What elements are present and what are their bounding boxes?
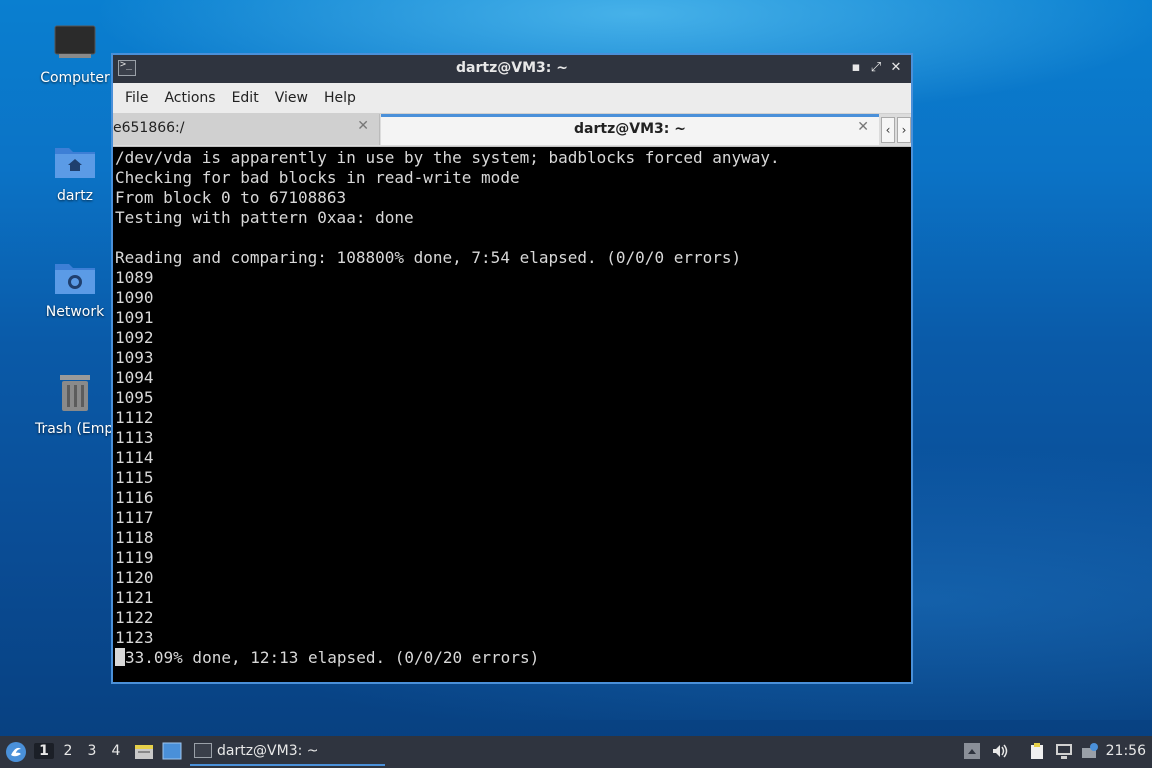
tab-close-icon[interactable]: ✕: [357, 118, 369, 134]
terminal-window[interactable]: dartz@VM3: ~ ▪ ⤢ ✕ File Actions Edit Vie…: [111, 53, 913, 684]
start-menu-icon[interactable]: [5, 741, 27, 763]
desktop-icon-trash[interactable]: Trash (Empt: [35, 373, 119, 437]
terminal-line: 1116: [115, 488, 154, 507]
desktop-icon-label: dartz: [56, 188, 94, 204]
home-folder-icon: [55, 148, 95, 178]
clipboard-icon[interactable]: [1028, 742, 1046, 760]
tab-local[interactable]: dartz@VM3: ~ ✕: [381, 114, 879, 145]
terminal-line: 1121: [115, 588, 154, 607]
menubar: File Actions Edit View Help: [113, 83, 911, 114]
show-desktop-icon[interactable]: [162, 742, 182, 760]
terminal-line: 1123: [115, 628, 154, 647]
menu-actions[interactable]: Actions: [156, 90, 223, 106]
terminal-cursor: [115, 648, 125, 666]
workspace-1[interactable]: 1: [34, 743, 54, 759]
menu-file[interactable]: File: [117, 90, 156, 106]
terminal-progress-line: 33.09% done, 12:13 elapsed. (0/0/20 erro…: [115, 648, 909, 668]
window-title: dartz@VM3: ~: [456, 60, 568, 76]
terminal-line: 1091: [115, 308, 154, 327]
tab-label: dartz@VM3: ~: [574, 121, 686, 137]
file-manager-launcher-icon[interactable]: [134, 741, 154, 761]
update-notification-icon[interactable]: [1081, 742, 1099, 760]
terminal-output[interactable]: /dev/vda is apparently in use by the sys…: [115, 148, 909, 680]
terminal-line: Reading and comparing: 108800% done, 7:5…: [115, 248, 742, 267]
computer-icon: [54, 25, 96, 58]
terminal-line: 1122: [115, 608, 154, 627]
trash-icon: [60, 375, 90, 411]
clock: 21:56: [1105, 743, 1146, 759]
menu-view[interactable]: View: [267, 90, 316, 106]
maximize-icon[interactable]: ⤢: [867, 59, 885, 77]
terminal-line: Testing with pattern 0xaa: done: [115, 208, 414, 227]
workspace-2[interactable]: 2: [58, 743, 78, 759]
tab-bar: e651866:/ ✕ dartz@VM3: ~ ✕ ‹ ›: [113, 114, 911, 147]
terminal-progress-text: 33.09% done, 12:13 elapsed. (0/0/20 erro…: [125, 648, 540, 667]
desktop-icon-network[interactable]: Network: [35, 258, 115, 320]
tab-scroll-right-icon[interactable]: ›: [897, 117, 911, 143]
desktop-icon-home-folder[interactable]: dartz: [35, 142, 115, 204]
terminal-line: 1094: [115, 368, 154, 387]
terminal-line: 1090: [115, 288, 154, 307]
volume-icon[interactable]: [991, 742, 1009, 760]
terminal-line: 1089: [115, 268, 154, 287]
terminal-line: 1113: [115, 428, 154, 447]
terminal-line: 1092: [115, 328, 154, 347]
terminal-line: 1118: [115, 528, 154, 547]
terminal-line: 1093: [115, 348, 154, 367]
desktop-icon-label: Trash (Empt: [35, 421, 119, 437]
taskbar-task-terminal[interactable]: dartz@VM3: ~: [190, 738, 385, 766]
taskbar: 1 2 3 4 dartz@VM3: ~ 21:56: [0, 736, 1152, 768]
tab-close-icon[interactable]: ✕: [857, 119, 869, 135]
terminal-line: /dev/vda is apparently in use by the sys…: [115, 148, 780, 167]
terminal-line: 1119: [115, 548, 154, 567]
desktop-icon-label: Computer: [40, 70, 110, 86]
terminal-line: From block 0 to 67108863: [115, 188, 347, 207]
terminal-line: 1112: [115, 408, 154, 427]
workspace-3[interactable]: 3: [82, 743, 102, 759]
terminal-line: 1115: [115, 468, 154, 487]
tray-expand-icon[interactable]: [963, 742, 981, 760]
menu-edit[interactable]: Edit: [224, 90, 267, 106]
tab-scroll-left-icon[interactable]: ‹: [881, 117, 895, 143]
workspace-4[interactable]: 4: [106, 743, 126, 759]
desktop-icon-label: Network: [45, 304, 105, 320]
window-titlebar[interactable]: dartz@VM3: ~ ▪ ⤢ ✕: [113, 55, 911, 83]
terminal-line: 1120: [115, 568, 154, 587]
terminal-line: 1117: [115, 508, 154, 527]
terminal-line: 1114: [115, 448, 154, 467]
terminal-line: Checking for bad blocks in read-write mo…: [115, 168, 520, 187]
menu-help[interactable]: Help: [316, 90, 364, 106]
close-icon[interactable]: ✕: [887, 59, 905, 77]
network-folder-icon: [55, 264, 95, 294]
tab-label: e651866:/: [113, 120, 185, 136]
network-status-icon[interactable]: [1055, 742, 1073, 760]
terminal-task-icon: [194, 743, 212, 758]
terminal-line: 1095: [115, 388, 154, 407]
desktop-icon-computer[interactable]: Computer: [35, 24, 115, 86]
task-label: dartz@VM3: ~: [217, 743, 319, 759]
tab-remote[interactable]: e651866:/ ✕: [113, 114, 380, 145]
minimize-icon[interactable]: ▪: [847, 59, 865, 77]
